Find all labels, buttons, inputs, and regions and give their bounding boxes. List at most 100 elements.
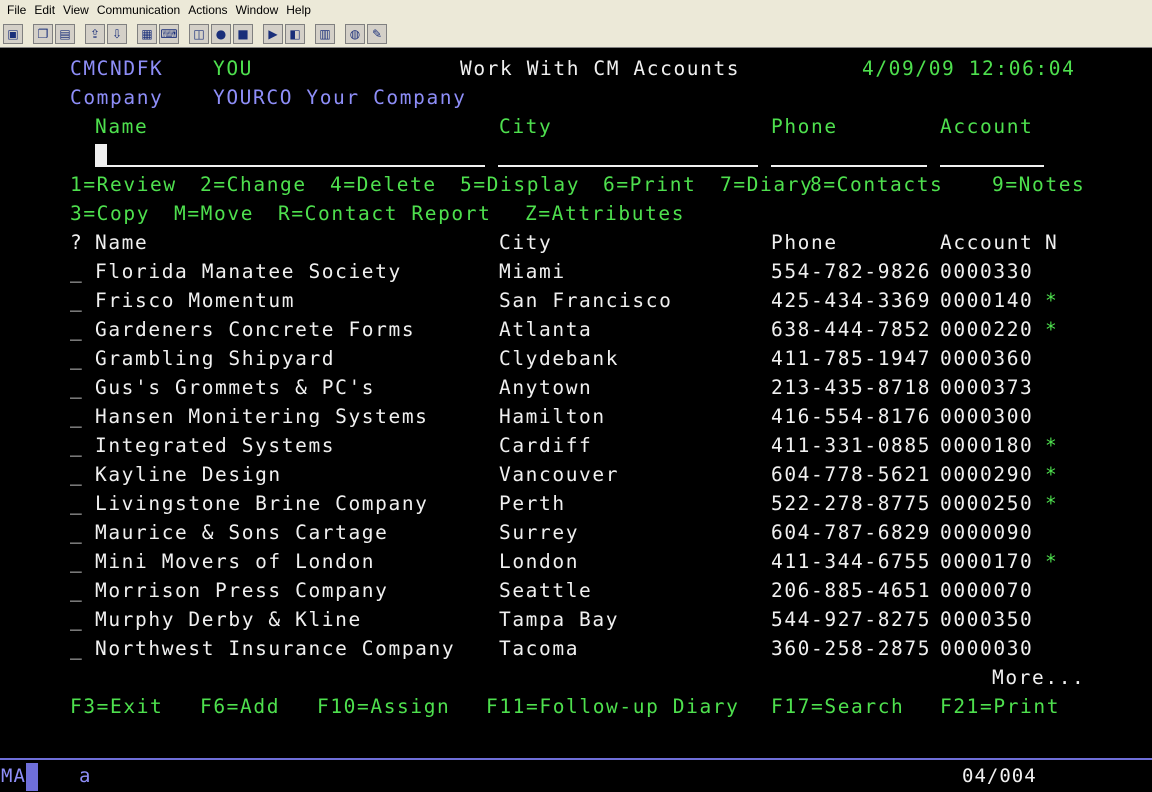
row-account: 0000090	[940, 521, 1034, 544]
column-header-name: Name	[95, 231, 149, 254]
row-note-flag: *	[1045, 289, 1059, 312]
menu-actions[interactable]: Actions	[184, 3, 231, 17]
status-bar: MA a 04/004	[0, 760, 1152, 792]
column-header-account: Account	[940, 231, 1034, 254]
search-city-input[interactable]	[498, 165, 758, 167]
search-phone-input[interactable]	[771, 165, 927, 167]
clipboard-icon[interactable]: ▥	[315, 23, 335, 44]
row-city: Vancouver	[499, 463, 620, 486]
receive-icon[interactable]: ⇩	[107, 23, 127, 44]
more-indicator: More...	[992, 666, 1086, 689]
status-cursor-position: 04/004	[962, 765, 1037, 787]
stop-macro-icon[interactable]: ■	[233, 23, 253, 44]
send-icon[interactable]: ⇪	[85, 23, 105, 44]
menu-edit[interactable]: Edit	[30, 3, 59, 17]
date-time: 4/09/09 12:06:04	[862, 57, 1076, 80]
record-macro-icon[interactable]: ●	[211, 23, 231, 44]
row-name: Northwest Insurance Company	[95, 637, 456, 660]
row-account: 0000360	[940, 347, 1034, 370]
print-screen-icon[interactable]: ▣	[3, 23, 23, 44]
row-name: Mini Movers of London	[95, 550, 376, 573]
display-icon[interactable]: ▦	[137, 23, 157, 44]
option-copy: 3=Copy	[70, 202, 151, 225]
fkey-print[interactable]: F21=Print	[940, 696, 1060, 718]
row-select-input[interactable]: _	[70, 406, 83, 428]
row-select-input[interactable]: _	[70, 638, 83, 660]
row-city: Tampa Bay	[499, 608, 620, 631]
row-select-input[interactable]: _	[70, 464, 83, 486]
row-select-input[interactable]: _	[70, 319, 83, 341]
row-phone: 604-778-5621	[771, 463, 932, 486]
search-name-input[interactable]	[95, 165, 485, 167]
terminal-screen[interactable]: CMCNDFK YOU Work With CM Accounts 4/09/0…	[0, 49, 1152, 757]
option-delete: 4=Delete	[330, 173, 437, 196]
menu-window[interactable]: Window	[232, 3, 283, 17]
menu-file[interactable]: File	[3, 3, 30, 17]
fkey-assign[interactable]: F10=Assign	[317, 696, 450, 718]
program-id: CMCNDFK	[70, 57, 164, 80]
play-macro-icon[interactable]: ▶	[263, 23, 283, 44]
row-account: 0000030	[940, 637, 1034, 660]
row-account: 0000300	[940, 405, 1034, 428]
row-phone: 554-782-9826	[771, 260, 932, 283]
row-name: Kayline Design	[95, 463, 282, 486]
search-account-input[interactable]	[940, 165, 1044, 167]
row-account: 0000170	[940, 550, 1034, 573]
menu-communication[interactable]: Communication	[93, 3, 184, 17]
row-select-input[interactable]: _	[70, 348, 83, 370]
copy-icon[interactable]: ❐	[33, 23, 53, 44]
row-name: Murphy Derby & Kline	[95, 608, 362, 631]
fkey-add[interactable]: F6=Add	[200, 696, 280, 718]
row-account: 0000140	[940, 289, 1034, 312]
column-header-select: ?	[70, 231, 84, 254]
edit-icon[interactable]: ✎	[367, 23, 387, 44]
row-select-input[interactable]: _	[70, 261, 83, 283]
search-phone-label: Phone	[771, 115, 838, 138]
row-account: 0000220	[940, 318, 1034, 341]
option-attributes: Z=Attributes	[525, 202, 686, 225]
option-display: 5=Display	[460, 173, 581, 196]
paste-icon[interactable]: ▤	[55, 23, 75, 44]
option-move: M=Move	[174, 202, 255, 225]
search-name-label: Name	[95, 115, 149, 138]
row-select-input[interactable]: _	[70, 377, 83, 399]
row-phone: 522-278-8775	[771, 492, 932, 515]
row-select-input[interactable]: _	[70, 493, 83, 515]
row-select-input[interactable]: _	[70, 551, 83, 573]
fkey-follow-up-diary[interactable]: F11=Follow-up Diary	[486, 696, 739, 718]
menu-view[interactable]: View	[59, 3, 93, 17]
row-select-input[interactable]: _	[70, 435, 83, 457]
row-account: 0000330	[940, 260, 1034, 283]
fkey-exit[interactable]: F3=Exit	[70, 696, 163, 718]
option-contacts: 8=Contacts	[810, 173, 944, 196]
status-cursor	[26, 763, 38, 791]
page-title: Work With CM Accounts	[460, 57, 741, 80]
row-name: Florida Manatee Society	[95, 260, 402, 283]
status-session: a	[79, 765, 92, 787]
row-city: San Francisco	[499, 289, 673, 312]
fkey-search[interactable]: F17=Search	[771, 696, 904, 718]
row-select-input[interactable]: _	[70, 609, 83, 631]
row-select-input[interactable]: _	[70, 522, 83, 544]
row-name: Hansen Monitering Systems	[95, 405, 429, 428]
row-select-input[interactable]: _	[70, 290, 83, 312]
row-note-flag: *	[1045, 492, 1059, 515]
menu-help[interactable]: Help	[282, 3, 315, 17]
toolbar: ▣ ❐ ▤ ⇪ ⇩ ▦ ⌨ ◫ ● ■ ▶ ◧ ▥ ◍ ✎	[0, 20, 1152, 48]
company-label: Company	[70, 86, 164, 109]
option-diary: 7=Diary	[720, 173, 814, 196]
row-city: Miami	[499, 260, 566, 283]
macro-icon[interactable]: ◫	[189, 23, 209, 44]
keyboard-icon[interactable]: ⌨	[159, 23, 179, 44]
row-select-input[interactable]: _	[70, 580, 83, 602]
row-city: Surrey	[499, 521, 580, 544]
globe-icon[interactable]: ◍	[345, 23, 365, 44]
row-phone: 638-444-7852	[771, 318, 932, 341]
row-name: Livingstone Brine Company	[95, 492, 429, 515]
option-contact-report: R=Contact Report	[278, 202, 492, 225]
row-note-flag: *	[1045, 463, 1059, 486]
session-icon[interactable]: ◧	[285, 23, 305, 44]
row-city: Cardiff	[499, 434, 593, 457]
row-city: Anytown	[499, 376, 593, 399]
option-change: 2=Change	[200, 173, 307, 196]
